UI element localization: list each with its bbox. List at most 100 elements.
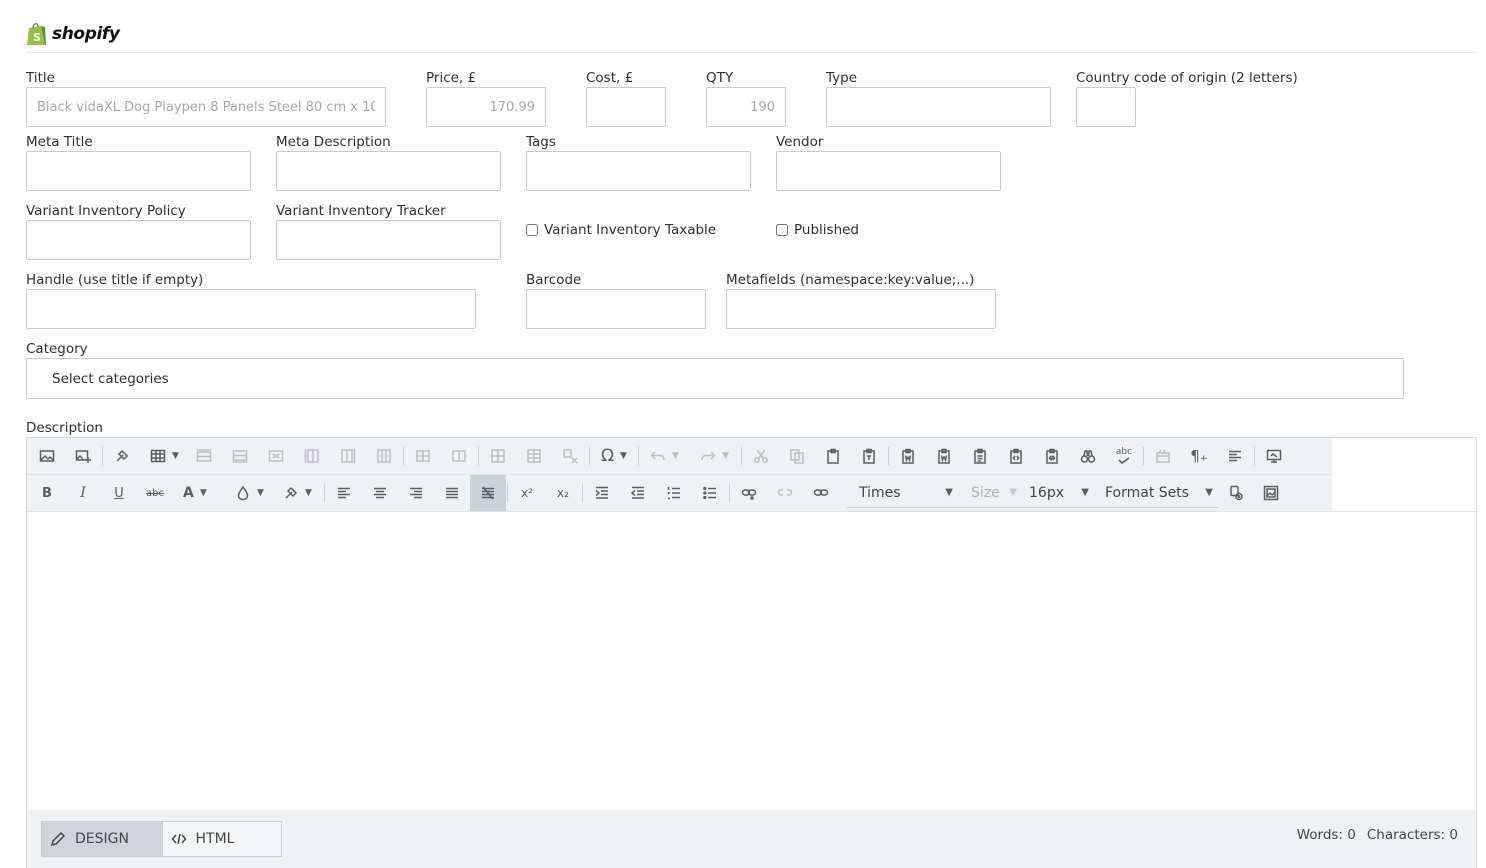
redo-dropdown[interactable]: ▼ (690, 438, 740, 474)
align-center-button[interactable] (362, 475, 398, 511)
table-merge-cells-icon[interactable] (405, 438, 441, 474)
image-settings-icon[interactable] (1219, 475, 1253, 511)
format-sets-select[interactable]: Format Sets ▼ (1095, 478, 1219, 508)
align-options-icon[interactable] (1217, 438, 1253, 474)
category-select[interactable]: Select categories (26, 358, 1404, 399)
indent-button[interactable] (584, 475, 620, 511)
copy-icon[interactable] (779, 438, 815, 474)
meta-title-input[interactable] (26, 151, 251, 191)
ordered-list-button[interactable] (656, 475, 692, 511)
paste-word-clean-icon[interactable] (926, 438, 962, 474)
paste-text-icon[interactable] (851, 438, 887, 474)
font-color-dropdown[interactable]: A ▼ (173, 475, 219, 511)
vendor-input[interactable] (776, 151, 1001, 191)
align-left-button[interactable] (326, 475, 362, 511)
meta-description-input[interactable] (276, 151, 501, 191)
paste-word-icon[interactable] (890, 438, 926, 474)
paste-plain-icon[interactable] (962, 438, 998, 474)
align-none-button[interactable] (470, 475, 506, 511)
toolbar-filler (1332, 438, 1476, 511)
table-row-below-icon[interactable] (222, 438, 258, 474)
insert-link-button[interactable] (731, 475, 767, 511)
handle-input[interactable] (26, 289, 476, 329)
justify-button[interactable] (434, 475, 470, 511)
table-split-cells-icon[interactable] (441, 438, 477, 474)
image-gallery-icon[interactable] (29, 438, 65, 474)
published-toggle[interactable]: Published (776, 221, 859, 239)
title-input[interactable] (26, 87, 386, 127)
strikethrough-button[interactable]: abc (137, 475, 173, 511)
superscript-button[interactable]: x² (509, 475, 545, 511)
characters-count: Characters: 0 (1366, 827, 1458, 843)
drop-icon (237, 485, 249, 501)
html-clean-icon[interactable] (1145, 438, 1181, 474)
table-cell-props-icon[interactable] (480, 438, 516, 474)
paragraph-marks-icon[interactable]: ¶₊ (1181, 438, 1217, 474)
word-count: Words: 0 Characters: 0 (1297, 827, 1458, 843)
description-label: Description (26, 420, 103, 436)
meta-description-label: Meta Description (276, 134, 391, 150)
font-size-select[interactable]: Size ▼ (959, 478, 1023, 508)
price-input[interactable] (426, 87, 546, 127)
table-delete-row-icon[interactable] (258, 438, 294, 474)
paste-icon[interactable] (815, 438, 851, 474)
background-color-dropdown[interactable]: ▼ (219, 475, 275, 511)
outdent-button[interactable] (620, 475, 656, 511)
paragraph-size-select[interactable]: 16px ▼ (1023, 478, 1095, 508)
spell-check-icon[interactable]: abc (1106, 438, 1142, 474)
omega-icon: Ω (601, 446, 614, 466)
undo-dropdown[interactable]: ▼ (640, 438, 690, 474)
inventory-taxable-checkbox[interactable] (526, 224, 538, 236)
table-delete-col-icon[interactable] (366, 438, 402, 474)
find-replace-icon[interactable] (1070, 438, 1106, 474)
preview-icon[interactable] (1256, 438, 1292, 474)
unordered-list-button[interactable] (692, 475, 728, 511)
description-editor: ▼ Ω ▼ ▼ ▼ abc ¶₊ B I U abc A ▼ ▼ ▼ x² x₂… (26, 437, 1477, 868)
paste-as-code-icon[interactable] (998, 438, 1034, 474)
unlink-button[interactable] (767, 475, 803, 511)
country-input[interactable] (1076, 87, 1136, 127)
published-checkbox[interactable] (776, 224, 788, 236)
barcode-input[interactable] (526, 289, 706, 329)
type-label: Type (826, 70, 858, 86)
cut-icon[interactable] (743, 438, 779, 474)
subscript-button[interactable]: x₂ (545, 475, 581, 511)
inventory-taxable-toggle[interactable]: Variant Inventory Taxable (526, 221, 716, 239)
table-props-icon[interactable] (516, 438, 552, 474)
special-char-dropdown[interactable]: Ω ▼ (591, 438, 637, 474)
toolbar-separator (888, 447, 889, 465)
table-delete-icon[interactable] (552, 438, 588, 474)
toolbar-separator (507, 484, 508, 502)
size-placeholder: Size (971, 484, 1000, 501)
table-row-above-icon[interactable] (186, 438, 222, 474)
inventory-policy-input[interactable] (26, 220, 251, 260)
media-insert-icon[interactable] (1253, 475, 1289, 511)
type-input[interactable] (826, 87, 1051, 127)
table-col-left-icon[interactable] (294, 438, 330, 474)
insert-image-icon[interactable] (65, 438, 101, 474)
qty-input[interactable] (706, 87, 786, 127)
toolbar-separator (582, 484, 583, 502)
toolbar-separator (102, 447, 103, 465)
html-mode-button[interactable]: HTML (161, 822, 281, 856)
font-name-select[interactable]: Times ▼ (847, 478, 959, 508)
italic-button[interactable]: I (65, 475, 101, 511)
anchor-link-button[interactable] (803, 475, 839, 511)
bold-button[interactable]: B (29, 475, 65, 511)
styles-brush-dropdown[interactable]: ▼ (275, 475, 323, 511)
tags-input[interactable] (526, 151, 751, 191)
paste-html-icon[interactable] (1034, 438, 1070, 474)
design-mode-button[interactable]: DESIGN (42, 822, 162, 856)
underline-button[interactable]: U (101, 475, 137, 511)
inventory-tracker-input[interactable] (276, 220, 501, 260)
cost-label: Cost, £ (586, 70, 634, 86)
format-painter-icon[interactable] (104, 438, 140, 474)
align-right-button[interactable] (398, 475, 434, 511)
table-col-right-icon[interactable] (330, 438, 366, 474)
description-content-area[interactable] (27, 512, 1476, 810)
cost-input[interactable] (586, 87, 666, 127)
metafields-input[interactable] (726, 289, 996, 329)
insert-table-dropdown[interactable]: ▼ (140, 438, 186, 474)
pencil-icon (50, 831, 66, 847)
pilcrow-icon: ¶₊ (1190, 447, 1208, 465)
